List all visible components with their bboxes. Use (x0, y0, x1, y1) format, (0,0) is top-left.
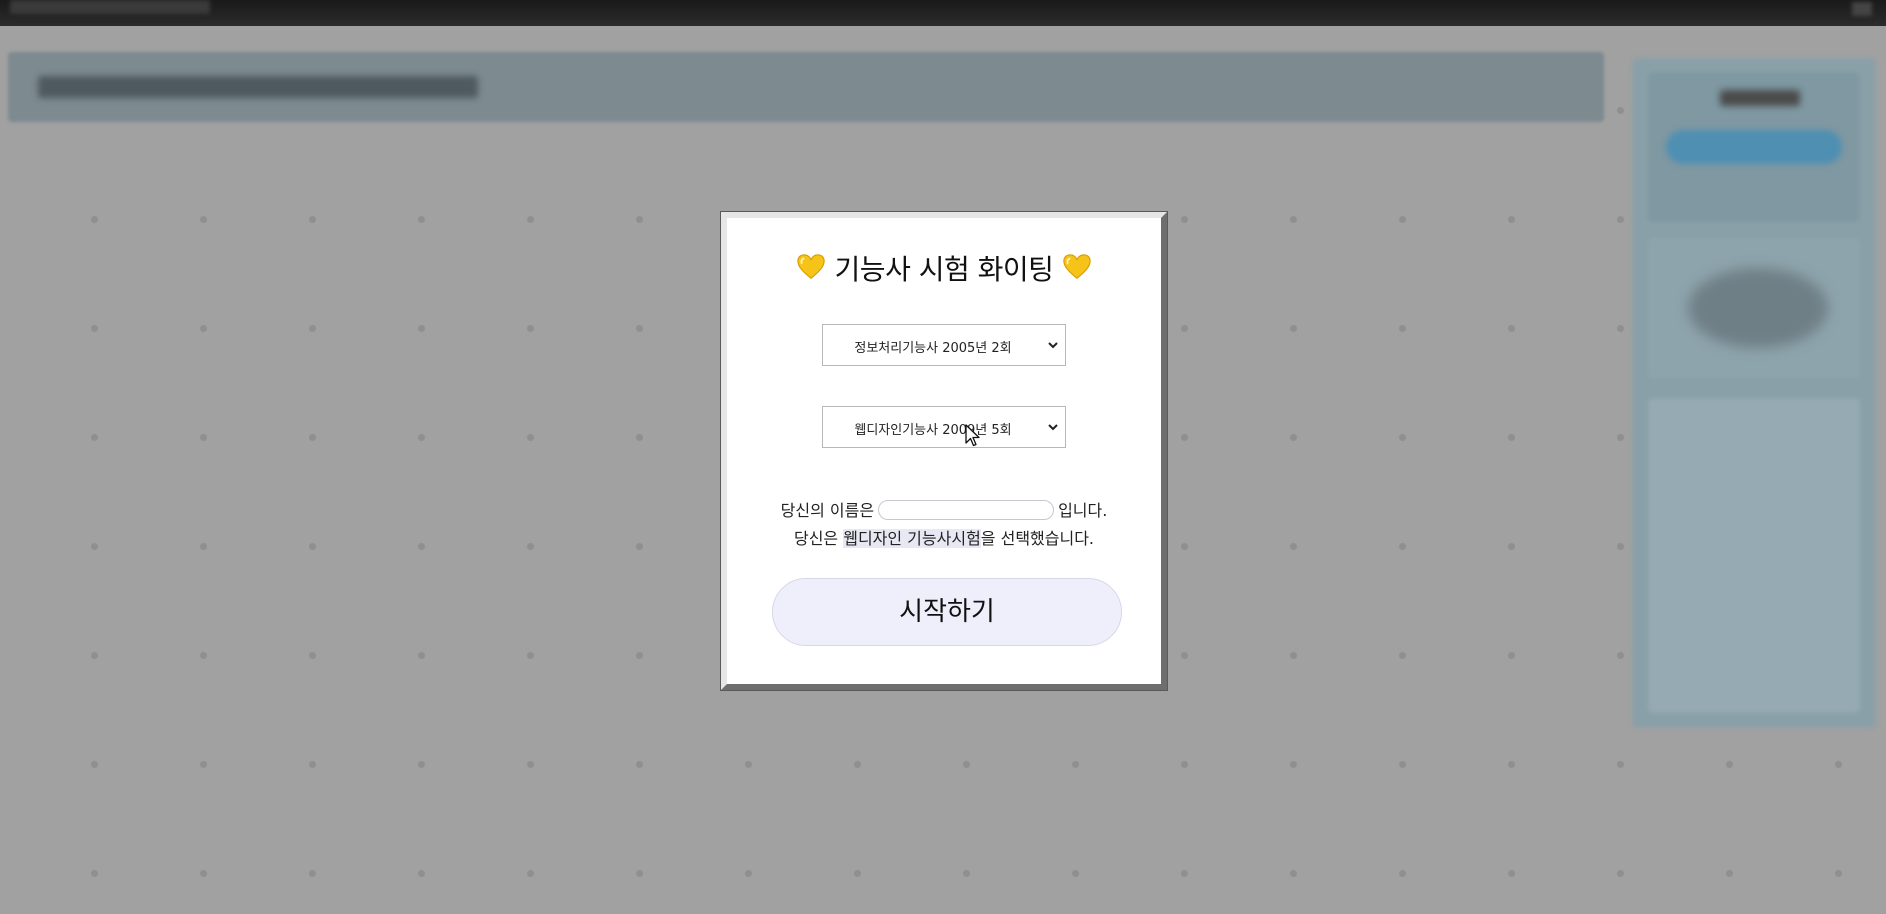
name-prompt-suffix: 입니다. (1058, 501, 1108, 520)
browser-top-bar (0, 0, 1886, 26)
top-bar-text-blurred (10, 0, 210, 14)
exam-select-primary-value: 정보처리기능사 2005년 2회 (854, 341, 1012, 356)
background-sidebar-image-panel (1648, 238, 1860, 378)
background-sidebar (1632, 58, 1876, 728)
background-sidebar-label-blurred (1720, 90, 1800, 106)
selected-exam-suffix: 을 선택했습니다. (980, 529, 1095, 548)
modal-title-text: 기능사 시험 화이팅 (834, 253, 1054, 286)
exam-select-primary[interactable]: 정보처리기능사 2005년 2회 (822, 324, 1066, 366)
selected-exam-prefix: 당신은 (793, 529, 844, 548)
chevron-down-icon (1048, 424, 1058, 431)
background-sidebar-panel (1648, 72, 1860, 222)
exam-select-secondary-value: 웹디자인기능사 2009년 5회 (854, 423, 1012, 438)
background-sidebar-pill (1666, 130, 1842, 164)
background-sidebar-lower-panel (1648, 398, 1860, 713)
name-prompt-prefix: 당신의 이름은 (780, 501, 875, 520)
background-header-title-blurred (38, 76, 478, 98)
start-button[interactable]: 시작하기 (772, 578, 1122, 646)
name-input[interactable] (878, 499, 1055, 520)
exam-start-modal: 기능사 시험 화이팅 정보처리기능사 2005년 2회 웹디자인기능사 2009… (721, 212, 1167, 690)
close-icon (1852, 2, 1872, 16)
mouse-pointer-icon (965, 424, 980, 447)
name-prompt: 당신의 이름은 입니다. (727, 497, 1161, 522)
modal-title: 기능사 시험 화이팅 (727, 248, 1161, 288)
chevron-down-icon (1048, 342, 1058, 349)
yellow-heart-icon (1062, 252, 1092, 282)
background-sidebar-image-blurred (1688, 268, 1828, 348)
yellow-heart-icon (796, 252, 826, 282)
exam-select-secondary[interactable]: 웹디자인기능사 2009년 5회 (822, 406, 1066, 448)
selected-exam-message: 당신은 웹디자인 기능사시험을 선택했습니다. (727, 525, 1161, 549)
background-header-banner (8, 52, 1604, 122)
selected-exam-name: 웹디자인 기능사시험 (843, 529, 981, 548)
